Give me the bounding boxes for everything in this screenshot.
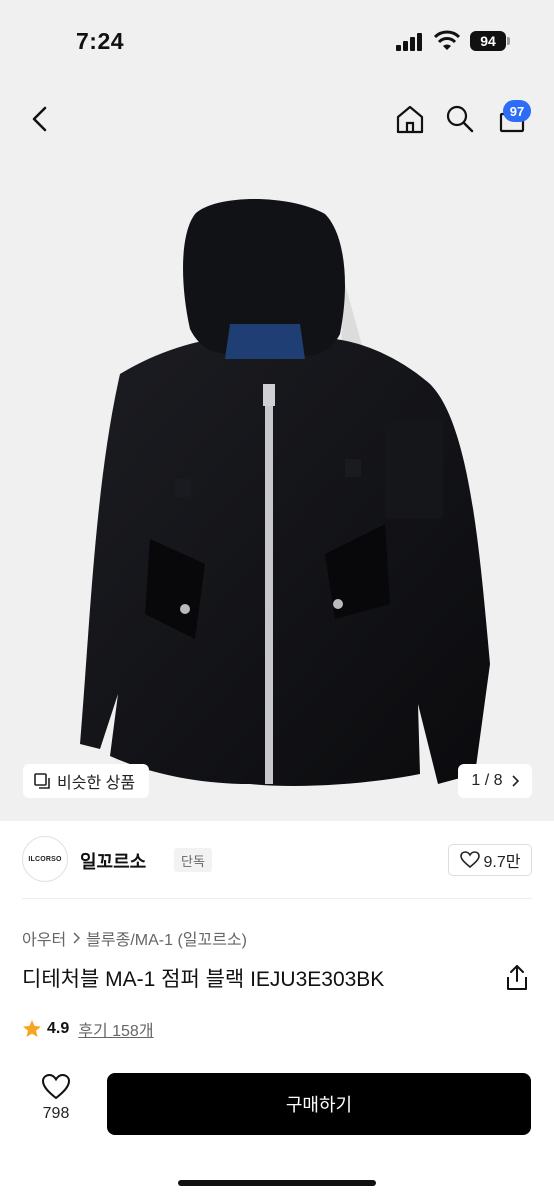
chevron-right-icon — [511, 775, 519, 787]
brand-row: ILCORSO 일꼬르소 단독 9.7만 — [22, 836, 532, 884]
share-icon[interactable] — [504, 964, 530, 992]
brand-like-button[interactable]: 9.7만 — [448, 844, 532, 876]
status-bar: 7:24 94 — [0, 0, 554, 84]
exclusive-badge: 단독 — [174, 848, 212, 872]
image-pager[interactable]: 1 / 8 — [458, 764, 532, 798]
breadcrumb-subcategory[interactable]: 블루종/MA-1 (일꼬르소) — [86, 926, 247, 950]
pager-label: 1 / 8 — [471, 772, 503, 789]
wishlist-count: 798 — [42, 1105, 70, 1122]
brand-name[interactable]: 일꼬르소 — [80, 848, 146, 874]
rating-row: 4.9 후기 158개 — [22, 1017, 154, 1041]
home-icon[interactable] — [392, 101, 428, 137]
home-indicator — [178, 1180, 376, 1186]
heart-icon — [459, 851, 480, 869]
product-title: 디테처블 MA-1 점퍼 블랙 IEJU3E303BK — [22, 968, 385, 991]
battery-indicator: 94 — [470, 31, 506, 51]
star-icon — [23, 1020, 41, 1037]
jacket-image — [80, 199, 490, 786]
brand-like-count: 9.7만 — [483, 854, 521, 871]
heart-icon — [41, 1073, 71, 1100]
breadcrumb-category[interactable]: 아우터 — [22, 926, 66, 950]
buy-button[interactable]: 구매하기 — [107, 1073, 531, 1135]
wifi-icon — [434, 30, 460, 50]
divider — [22, 898, 532, 899]
similar-icon — [34, 773, 50, 789]
battery-tip — [507, 37, 510, 45]
cart-count-badge: 97 — [503, 100, 531, 122]
chevron-left-icon[interactable] — [22, 101, 58, 137]
breadcrumb: 아우터 블루종/MA-1 (일꼬르소) — [22, 926, 247, 950]
rating-score: 4.9 — [47, 1020, 70, 1037]
chevron-right-icon — [73, 932, 81, 944]
brand-logo[interactable]: ILCORSO — [22, 836, 68, 882]
similar-products-label: 비슷한 상품 — [57, 775, 136, 792]
status-time: 7:24 — [76, 28, 125, 54]
reviews-link[interactable]: 후기 158개 — [78, 1017, 153, 1041]
cellular-signal-icon — [396, 33, 426, 51]
similar-products-button[interactable]: 비슷한 상품 — [23, 764, 149, 798]
product-image[interactable] — [0, 84, 554, 821]
wishlist-button[interactable]: 798 — [28, 1073, 84, 1133]
top-navigation — [0, 84, 554, 156]
search-icon[interactable] — [442, 101, 478, 137]
